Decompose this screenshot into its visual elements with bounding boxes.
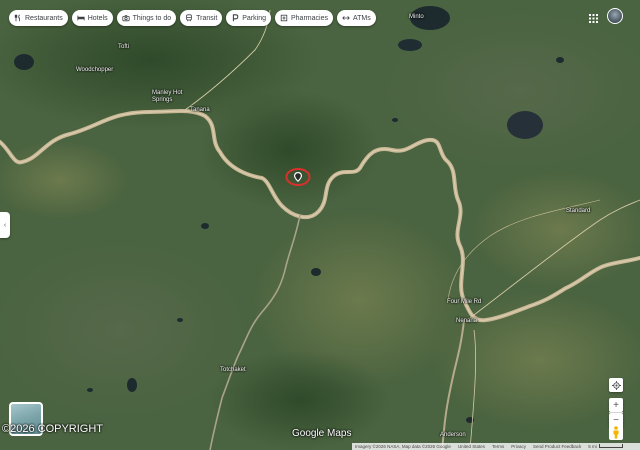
attribution-footer: Imagery ©2026 NASA, Map data ©2026 Googl… bbox=[352, 443, 640, 450]
chip-parking[interactable]: Parking bbox=[226, 10, 271, 26]
terms-link[interactable]: Terms bbox=[492, 444, 504, 449]
imagery-attribution: Imagery ©2026 NASA, Map data ©2026 Googl… bbox=[355, 444, 451, 449]
chip-label: Parking bbox=[242, 14, 266, 22]
place-label-woodchopper[interactable]: Woodchopper bbox=[76, 67, 113, 74]
map-controls: + − bbox=[609, 378, 623, 427]
google-maps-logo: Google Maps bbox=[292, 428, 352, 439]
account-avatar[interactable] bbox=[607, 8, 623, 24]
my-location-button[interactable] bbox=[609, 378, 623, 392]
place-label-four-mile-rd[interactable]: Four Mile Rd bbox=[447, 299, 481, 306]
place-label-standard[interactable]: Standard bbox=[566, 208, 590, 215]
chip-things-to-do[interactable]: Things to do bbox=[116, 10, 177, 26]
send-feedback-link[interactable]: Send Product Feedback bbox=[533, 444, 581, 449]
location-marker-icon bbox=[285, 168, 311, 186]
chip-label: Pharmacies bbox=[291, 14, 328, 22]
train-icon bbox=[186, 14, 192, 22]
privacy-link[interactable]: Privacy bbox=[511, 444, 526, 449]
scale-indicator[interactable]: 5 mi bbox=[588, 444, 623, 449]
place-label-tanana[interactable]: Tanana bbox=[190, 107, 210, 114]
camera-icon bbox=[121, 15, 130, 22]
chip-atms[interactable]: ATMs bbox=[336, 10, 376, 26]
category-chip-bar: Restaurants Hotels Things to do Transit … bbox=[9, 10, 376, 26]
copyright-watermark: ©2026 COPYRIGHT bbox=[2, 423, 104, 435]
parking-icon bbox=[233, 14, 239, 22]
map-canvas[interactable]: Minto Tofti Woodchopper Manley Hot Sprin… bbox=[0, 0, 640, 450]
country-link[interactable]: United States bbox=[458, 444, 485, 449]
chip-transit[interactable]: Transit bbox=[180, 10, 223, 26]
pharmacy-icon bbox=[280, 14, 288, 22]
chip-label: Things to do bbox=[132, 14, 172, 22]
grid-apps-icon bbox=[588, 13, 598, 23]
zoom-in-button[interactable]: + bbox=[609, 398, 623, 412]
place-label-tofti[interactable]: Tofti bbox=[118, 44, 129, 51]
street-view-pegman-button[interactable] bbox=[609, 424, 623, 440]
chip-label: Hotels bbox=[87, 14, 108, 22]
bed-icon bbox=[77, 15, 85, 21]
chevron-left-icon: ‹ bbox=[3, 221, 7, 229]
collapse-panel-button[interactable]: ‹ bbox=[0, 212, 10, 238]
selected-location-marker[interactable] bbox=[285, 167, 311, 187]
fork-knife-icon bbox=[14, 14, 20, 22]
apps-button[interactable] bbox=[586, 11, 600, 25]
scale-bar bbox=[598, 444, 623, 448]
chip-hotels[interactable]: Hotels bbox=[71, 10, 113, 26]
atm-icon bbox=[342, 16, 350, 20]
pegman-icon bbox=[613, 425, 619, 438]
chip-restaurants[interactable]: Restaurants bbox=[9, 10, 68, 26]
chip-label: Transit bbox=[196, 14, 218, 22]
my-location-icon bbox=[611, 380, 621, 390]
place-label-totchaket[interactable]: Totchaket bbox=[220, 367, 246, 374]
place-label-minto[interactable]: Minto bbox=[409, 14, 424, 21]
chip-pharmacies[interactable]: Pharmacies bbox=[275, 10, 333, 26]
chip-label: ATMs bbox=[352, 14, 371, 22]
scale-label: 5 mi bbox=[588, 444, 597, 449]
place-label-anderson[interactable]: Anderson bbox=[440, 432, 466, 439]
place-label-manley-hot-springs[interactable]: Manley Hot Springs bbox=[152, 90, 192, 103]
place-label-nenana[interactable]: Nenana bbox=[456, 318, 477, 325]
chip-label: Restaurants bbox=[25, 14, 63, 22]
